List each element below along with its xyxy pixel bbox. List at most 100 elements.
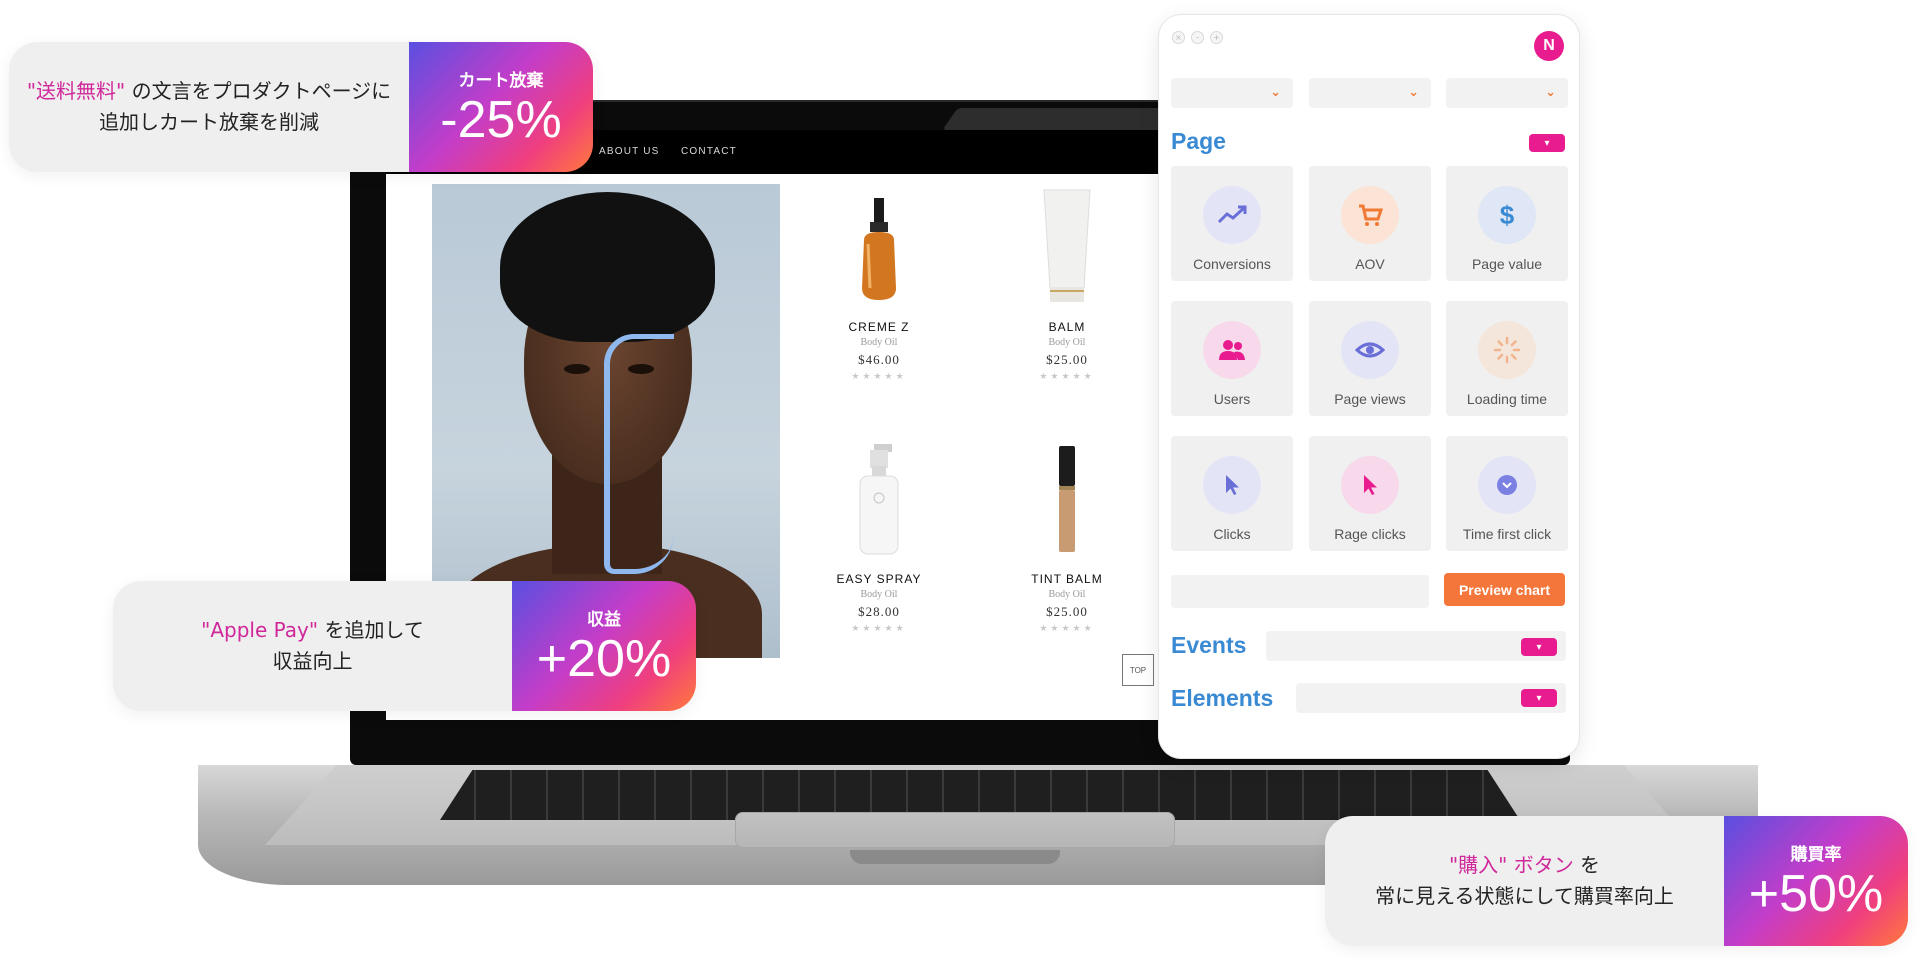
callout-text: "Apple Pay" を追加して 収益向上: [113, 581, 512, 711]
section-title-events: Events: [1171, 632, 1247, 658]
callout-highlight: "送料無料": [26, 79, 126, 103]
metric-label: Conversions: [1193, 256, 1271, 272]
product-price: $28.00: [858, 604, 900, 619]
metric-tile-clicks[interactable]: Clicks: [1171, 436, 1293, 551]
preview-chart-button[interactable]: Preview chart: [1444, 573, 1565, 606]
metric-label: Clicks: [1213, 526, 1251, 542]
metric-value: +20%: [536, 630, 672, 689]
minimize-icon[interactable]: –: [1191, 31, 1204, 44]
metric-tile-page-views[interactable]: Page views: [1309, 301, 1431, 416]
trend-line-icon: [1203, 186, 1261, 244]
laptop-front-notch: [850, 850, 1060, 864]
tube-image: [992, 184, 1142, 314]
rating-stars: ★★★★★: [851, 624, 907, 634]
metric-label: Page views: [1334, 391, 1406, 407]
product-price: $25.00: [1046, 352, 1088, 367]
rating-stars: ★★★★★: [1039, 372, 1095, 382]
dollar-icon: $: [1478, 186, 1536, 244]
chevron-down-icon: ⌄: [1408, 85, 1419, 100]
close-icon[interactable]: ×: [1172, 31, 1185, 44]
product-name[interactable]: EASY SPRAY: [804, 572, 954, 586]
metric-label: 購買率: [1790, 845, 1842, 866]
spinner-icon: [1478, 321, 1536, 379]
metric-tile-loading-time[interactable]: Loading time: [1446, 301, 1568, 416]
callout-line1: の文言をプロダクトページに: [125, 79, 392, 103]
marketing-hero: ABOUT US CONTACT CREME Z Body Oil $46.00…: [0, 0, 1920, 965]
face-paint-stroke: [604, 334, 674, 574]
metric-tile-users[interactable]: Users: [1171, 301, 1293, 416]
callout-buy-button: "購入" ボタン を 常に見える状態にして購買率向上 購買率 +50%: [1325, 816, 1908, 946]
product-price: $46.00: [858, 352, 900, 367]
product-card[interactable]: TINT BALM Body Oil $25.00 ★★★★★: [992, 436, 1142, 634]
chart-name-input[interactable]: [1171, 575, 1429, 608]
product-subtitle: Body Oil: [860, 337, 898, 348]
callout-line2: 常に見える状態にして購買率向上: [1375, 884, 1674, 908]
callout-line2: 追加しカート放棄を削減: [99, 110, 319, 134]
metric-tile-aov[interactable]: AOV: [1309, 166, 1431, 281]
metric-tile-rage-clicks[interactable]: Rage clicks: [1309, 436, 1431, 551]
metric-tile-page-value[interactable]: $ Page value: [1446, 166, 1568, 281]
chevron-circle-icon: [1478, 456, 1536, 514]
serum-bottle-image: [804, 184, 954, 314]
avatar[interactable]: N: [1534, 31, 1564, 61]
callout-highlight: "Apple Pay": [201, 618, 319, 642]
chevron-down-icon: ⌄: [1270, 85, 1281, 100]
eye-icon: [1341, 321, 1399, 379]
maximize-icon[interactable]: +: [1210, 31, 1223, 44]
users-icon: [1203, 321, 1261, 379]
metric-label: Loading time: [1466, 391, 1548, 407]
window-controls: × – +: [1172, 31, 1223, 44]
filter-dropdown[interactable]: ⌄: [1171, 78, 1293, 108]
metric-label: Rage clicks: [1334, 526, 1406, 542]
nav-contact-link[interactable]: CONTACT: [681, 146, 737, 157]
filter-dropdown[interactable]: ⌄: [1446, 78, 1568, 108]
metric-value: +50%: [1748, 865, 1884, 924]
rating-stars: ★★★★★: [1039, 624, 1095, 634]
cursor-icon: [1203, 456, 1261, 514]
product-card[interactable]: BALM Body Oil $25.00 ★★★★★: [992, 184, 1142, 382]
page-section-toggle[interactable]: ▾: [1529, 134, 1565, 152]
callout-apple-pay: "Apple Pay" を追加して 収益向上 収益 +20%: [113, 581, 696, 711]
metric-label: Page value: [1471, 256, 1543, 272]
metric-tile-time-first-click[interactable]: Time first click: [1446, 436, 1568, 551]
product-subtitle: Body Oil: [1048, 337, 1086, 348]
metric-label: AOV: [1355, 256, 1385, 272]
product-name[interactable]: TINT BALM: [992, 572, 1142, 586]
section-title-elements: Elements: [1171, 685, 1274, 711]
callout-highlight: "購入" ボタン: [1448, 853, 1574, 877]
metric-label: 収益: [587, 610, 621, 631]
product-subtitle: Body Oil: [860, 589, 898, 600]
product-card[interactable]: EASY SPRAY Body Oil $28.00 ★★★★★: [804, 436, 954, 634]
callout-free-shipping: "送料無料" の文言をプロダクトページに 追加しカート放棄を削減 カート放棄 -…: [9, 42, 593, 172]
product-name[interactable]: CREME Z: [804, 320, 954, 334]
callout-metric: 収益 +20%: [512, 581, 696, 711]
product-price: $25.00: [1046, 604, 1088, 619]
cart-icon: [1341, 186, 1399, 244]
nav-about-us-link[interactable]: ABOUT US: [599, 146, 660, 157]
product-card[interactable]: CREME Z Body Oil $46.00 ★★★★★: [804, 184, 954, 382]
chevron-down-icon: ⌄: [1545, 85, 1556, 100]
callout-text: "送料無料" の文言をプロダクトページに 追加しカート放棄を削減: [9, 42, 409, 172]
metric-value: -25%: [440, 91, 562, 150]
metric-label: Time first click: [1462, 526, 1552, 542]
section-title-page: Page: [1171, 128, 1226, 154]
product-subtitle: Body Oil: [1048, 589, 1086, 600]
product-name[interactable]: BALM: [992, 320, 1142, 334]
tint-tube-image: [992, 436, 1142, 566]
metric-label: Users: [1213, 391, 1251, 407]
callout-metric: 購買率 +50%: [1724, 816, 1908, 946]
trackpad: [735, 812, 1175, 848]
callout-line1: を: [1573, 853, 1601, 877]
back-to-top-button[interactable]: TOP: [1122, 654, 1154, 686]
callout-line1: を追加して: [318, 618, 424, 642]
cursor-icon: [1341, 456, 1399, 514]
elements-toggle[interactable]: ▾: [1521, 689, 1557, 707]
metric-tile-conversions[interactable]: Conversions: [1171, 166, 1293, 281]
metric-label: カート放棄: [458, 71, 544, 92]
spray-bottle-image: [804, 436, 954, 566]
filter-dropdown[interactable]: ⌄: [1309, 78, 1431, 108]
events-toggle[interactable]: ▾: [1521, 638, 1557, 656]
callout-metric: カート放棄 -25%: [409, 42, 593, 172]
callout-text: "購入" ボタン を 常に見える状態にして購買率向上: [1325, 816, 1724, 946]
callout-line2: 収益向上: [272, 649, 353, 673]
